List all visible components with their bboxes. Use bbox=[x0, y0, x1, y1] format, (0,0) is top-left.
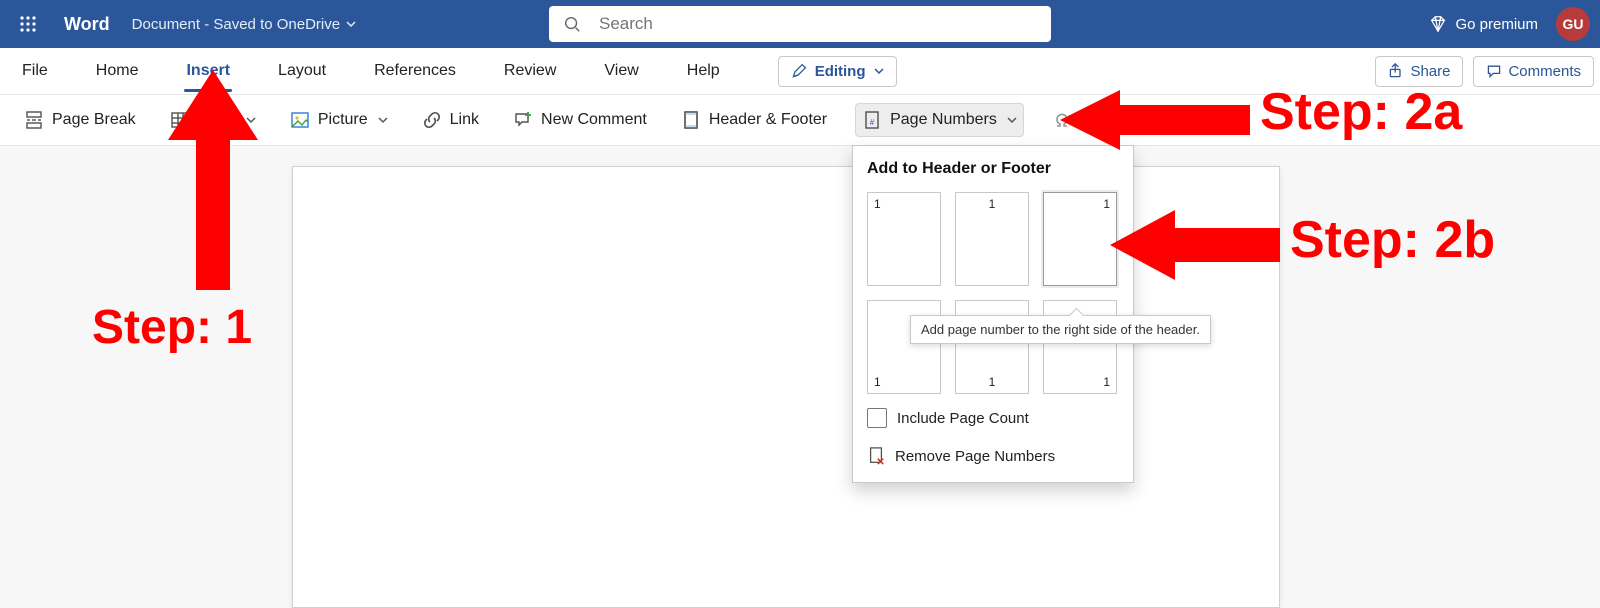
document-status-label: Document - Saved to OneDrive bbox=[132, 16, 340, 33]
annotation-label-step2b: Step: 2b bbox=[1290, 210, 1495, 270]
page-numbers-label: Page Numbers bbox=[890, 111, 997, 129]
page-number-header-left[interactable]: 1 bbox=[867, 192, 941, 286]
link-label: Link bbox=[450, 111, 479, 129]
title-bar: Word Document - Saved to OneDrive Go pre… bbox=[0, 0, 1600, 48]
picture-label: Picture bbox=[318, 111, 368, 129]
swatch-digit: 1 bbox=[1103, 375, 1110, 389]
page-numbers-header-row: 1 1 1 bbox=[867, 192, 1119, 286]
editing-mode-button[interactable]: Editing bbox=[778, 56, 897, 87]
search-icon bbox=[563, 15, 581, 33]
swatch-digit: 1 bbox=[874, 197, 881, 211]
remove-page-numbers-label: Remove Page Numbers bbox=[895, 448, 1055, 465]
tab-review[interactable]: Review bbox=[502, 58, 558, 84]
link-button[interactable]: Link bbox=[416, 104, 485, 136]
share-icon bbox=[1388, 63, 1404, 79]
page-numbers-menu: Add to Header or Footer 1 1 1 1 1 1 Incl… bbox=[852, 145, 1134, 483]
avatar-initials: GU bbox=[1563, 16, 1584, 32]
header-footer-icon bbox=[681, 110, 701, 130]
annotation-arrow-step2b bbox=[1110, 210, 1280, 280]
chevron-down-icon bbox=[1007, 115, 1017, 125]
swatch-digit: 1 bbox=[1103, 197, 1110, 211]
search-input[interactable] bbox=[597, 13, 1037, 35]
page-break-icon bbox=[24, 110, 44, 130]
avatar[interactable]: GU bbox=[1556, 7, 1590, 41]
document-status[interactable]: Document - Saved to OneDrive bbox=[132, 16, 356, 33]
page-number-header-right[interactable]: 1 bbox=[1043, 192, 1117, 286]
app-name: Word bbox=[64, 14, 110, 35]
new-comment-button[interactable]: New Comment bbox=[507, 104, 653, 136]
tab-layout[interactable]: Layout bbox=[276, 58, 328, 84]
comments-label: Comments bbox=[1508, 63, 1581, 80]
title-bar-right: Go premium GU bbox=[1429, 7, 1590, 41]
tab-home[interactable]: Home bbox=[94, 58, 141, 84]
premium-diamond-icon bbox=[1429, 15, 1447, 33]
annotation-label-step2a: Step: 2a bbox=[1260, 82, 1462, 142]
annotation-label-step1: Step: 1 bbox=[92, 300, 252, 355]
page-number-header-center[interactable]: 1 bbox=[955, 192, 1029, 286]
swatch-digit: 1 bbox=[989, 375, 996, 389]
annotation-arrow-step2a bbox=[1060, 90, 1250, 150]
chevron-down-icon bbox=[874, 66, 884, 76]
picture-icon bbox=[290, 110, 310, 130]
page-break-button[interactable]: Page Break bbox=[18, 104, 142, 136]
app-launcher-icon bbox=[19, 15, 37, 33]
chevron-down-icon bbox=[346, 19, 356, 29]
page-numbers-menu-title: Add to Header or Footer bbox=[867, 160, 1119, 178]
swatch-digit: 1 bbox=[989, 197, 996, 211]
page-number-tooltip: Add page number to the right side of the… bbox=[910, 315, 1211, 344]
app-launcher[interactable] bbox=[12, 8, 44, 40]
page-numbers-icon: # bbox=[862, 110, 882, 130]
checkbox-box-icon bbox=[867, 408, 887, 428]
picture-button[interactable]: Picture bbox=[284, 104, 394, 136]
editing-label: Editing bbox=[815, 63, 866, 80]
tab-help[interactable]: Help bbox=[685, 58, 722, 84]
page-break-label: Page Break bbox=[52, 111, 136, 129]
new-comment-label: New Comment bbox=[541, 111, 647, 129]
remove-page-numbers-icon bbox=[867, 446, 885, 466]
header-footer-button[interactable]: Header & Footer bbox=[675, 104, 833, 136]
annotation-arrow-step1 bbox=[168, 70, 258, 290]
chevron-down-icon bbox=[378, 115, 388, 125]
link-icon bbox=[422, 110, 442, 130]
swatch-digit: 1 bbox=[874, 375, 881, 389]
search-box[interactable] bbox=[549, 6, 1051, 42]
tab-file[interactable]: File bbox=[20, 58, 50, 84]
share-label: Share bbox=[1410, 63, 1450, 80]
comments-button[interactable]: Comments bbox=[1473, 56, 1594, 87]
include-page-count-checkbox[interactable]: Include Page Count bbox=[867, 408, 1119, 428]
comment-icon bbox=[1486, 63, 1502, 79]
include-page-count-label: Include Page Count bbox=[897, 410, 1029, 427]
svg-text:#: # bbox=[870, 118, 875, 127]
header-footer-label: Header & Footer bbox=[709, 111, 827, 129]
new-comment-icon bbox=[513, 110, 533, 130]
go-premium-label: Go premium bbox=[1455, 16, 1538, 33]
tab-view[interactable]: View bbox=[602, 58, 640, 84]
remove-page-numbers-button[interactable]: Remove Page Numbers bbox=[867, 438, 1119, 470]
page-numbers-button[interactable]: # Page Numbers bbox=[855, 103, 1024, 137]
go-premium-button[interactable]: Go premium bbox=[1429, 15, 1538, 33]
tab-references[interactable]: References bbox=[372, 58, 458, 84]
pencil-icon bbox=[791, 63, 807, 79]
